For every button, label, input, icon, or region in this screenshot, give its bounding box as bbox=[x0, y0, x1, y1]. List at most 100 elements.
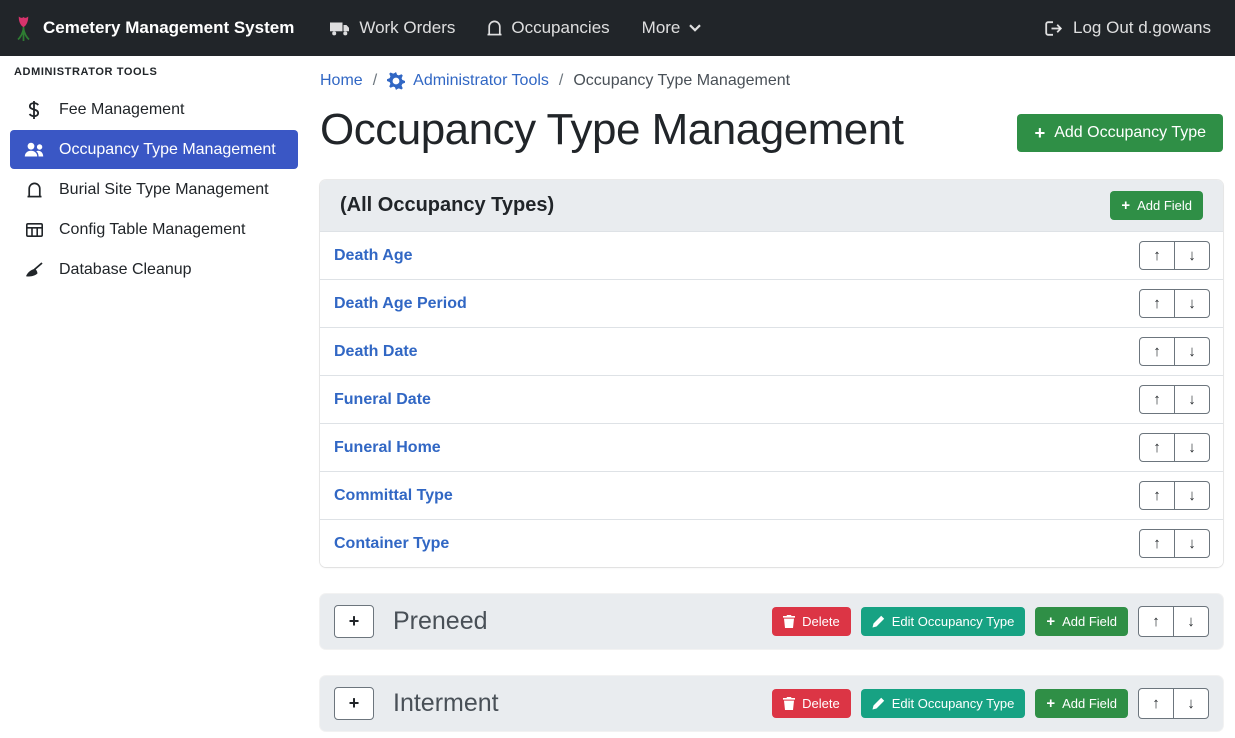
breadcrumb-item-administrator-tools[interactable]: Administrator Tools bbox=[387, 72, 549, 90]
expand-section-button[interactable]: + bbox=[334, 687, 374, 720]
nav-item-more[interactable]: More bbox=[626, 10, 718, 46]
reorder-controls: ↑↓ bbox=[1138, 606, 1209, 637]
top-navbar: Cemetery Management System Work Orders Oc… bbox=[0, 0, 1235, 56]
logout-label: Log Out d.gowans bbox=[1073, 18, 1211, 38]
move-down-button[interactable]: ↓ bbox=[1174, 385, 1210, 414]
move-down-button[interactable]: ↓ bbox=[1174, 337, 1210, 366]
sidebar-item-burial-site-type-management[interactable]: Burial Site Type Management bbox=[10, 170, 298, 209]
tombstone-icon bbox=[22, 182, 46, 198]
move-up-button[interactable]: ↑ bbox=[1139, 433, 1175, 462]
sidebar-item-fee-management[interactable]: Fee Management bbox=[10, 90, 298, 129]
gear-icon bbox=[387, 72, 405, 90]
field-link-container-type[interactable]: Container Type bbox=[334, 535, 449, 553]
pencil-icon bbox=[872, 615, 885, 628]
reorder-controls: ↑↓ bbox=[1139, 481, 1210, 510]
add-field-button[interactable]: +Add Field bbox=[1035, 689, 1128, 718]
sidebar-item-label: Config Table Management bbox=[59, 221, 246, 239]
edit-occupancy-type-button-label: Edit Occupancy Type bbox=[892, 614, 1015, 629]
move-up-button[interactable]: ↑ bbox=[1138, 688, 1174, 719]
logout-button[interactable]: Log Out d.gowans bbox=[1045, 18, 1211, 38]
plus-icon: + bbox=[1034, 125, 1045, 142]
move-down-button[interactable]: ↓ bbox=[1174, 241, 1210, 270]
breadcrumb-label: Home bbox=[320, 72, 363, 90]
field-link-death-age[interactable]: Death Age bbox=[334, 247, 413, 265]
delete-button-label: Delete bbox=[802, 696, 840, 711]
delete-button[interactable]: Delete bbox=[772, 607, 851, 636]
add-field-label: Add Field bbox=[1137, 198, 1192, 213]
move-up-button[interactable]: ↑ bbox=[1139, 289, 1175, 318]
tombstone-icon bbox=[487, 20, 502, 36]
move-down-button[interactable]: ↓ bbox=[1174, 529, 1210, 558]
field-row-container-type: Container Type ↑↓ bbox=[320, 519, 1223, 567]
move-down-button[interactable]: ↓ bbox=[1174, 433, 1210, 462]
main-content: Home/Administrator Tools/Occupancy Type … bbox=[308, 56, 1235, 738]
section-title: Interment bbox=[393, 689, 772, 718]
edit-occupancy-type-button[interactable]: Edit Occupancy Type bbox=[861, 607, 1026, 636]
broom-icon bbox=[22, 262, 46, 278]
add-occupancy-type-button[interactable]: + Add Occupancy Type bbox=[1017, 114, 1223, 152]
nav-item-label: More bbox=[642, 18, 681, 38]
move-down-button[interactable]: ↓ bbox=[1174, 481, 1210, 510]
table-icon bbox=[22, 223, 46, 237]
field-link-death-age-period[interactable]: Death Age Period bbox=[334, 295, 467, 313]
sidebar-heading: ADMINISTRATOR TOOLS bbox=[0, 56, 308, 89]
breadcrumb-label: Occupancy Type Management bbox=[573, 72, 790, 90]
sidebar: ADMINISTRATOR TOOLS Fee Management Occupa… bbox=[0, 56, 308, 738]
delete-button[interactable]: Delete bbox=[772, 689, 851, 718]
add-field-button[interactable]: + Add Field bbox=[1110, 191, 1203, 220]
reorder-controls: ↑↓ bbox=[1139, 433, 1210, 462]
breadcrumb-item-home[interactable]: Home bbox=[320, 72, 363, 90]
edit-occupancy-type-button[interactable]: Edit Occupancy Type bbox=[861, 689, 1026, 718]
reorder-controls: ↑↓ bbox=[1138, 688, 1209, 719]
trash-icon bbox=[783, 615, 795, 628]
sidebar-item-occupancy-type-management[interactable]: Occupancy Type Management bbox=[10, 130, 298, 169]
plus-icon: + bbox=[1046, 615, 1055, 628]
field-link-death-date[interactable]: Death Date bbox=[334, 343, 418, 361]
nav-item-occupancies[interactable]: Occupancies bbox=[471, 10, 625, 46]
move-up-button[interactable]: ↑ bbox=[1139, 337, 1175, 366]
expand-section-button[interactable]: + bbox=[334, 605, 374, 638]
move-up-button[interactable]: ↑ bbox=[1139, 241, 1175, 270]
navbar-menu: Work Orders Occupancies More bbox=[314, 10, 717, 46]
field-link-committal-type[interactable]: Committal Type bbox=[334, 487, 453, 505]
move-down-button[interactable]: ↓ bbox=[1173, 688, 1209, 719]
reorder-controls: ↑↓ bbox=[1139, 241, 1210, 270]
occupancy-type-sections: +PreneedDeleteEdit Occupancy Type+Add Fi… bbox=[320, 594, 1223, 731]
delete-button-label: Delete bbox=[802, 614, 840, 629]
page-header: Occupancy Type Management + Add Occupanc… bbox=[320, 106, 1223, 154]
move-down-button[interactable]: ↓ bbox=[1174, 289, 1210, 318]
sidebar-item-label: Database Cleanup bbox=[59, 261, 192, 279]
add-field-button-label: Add Field bbox=[1062, 614, 1117, 629]
nav-item-label: Work Orders bbox=[359, 18, 455, 38]
sidebar-item-database-cleanup[interactable]: Database Cleanup bbox=[10, 250, 298, 289]
dollar-icon bbox=[22, 101, 46, 119]
flower-logo-icon bbox=[14, 15, 33, 42]
app-brand[interactable]: Cemetery Management System bbox=[14, 15, 294, 42]
sidebar-item-label: Fee Management bbox=[59, 101, 184, 119]
reorder-controls: ↑↓ bbox=[1139, 289, 1210, 318]
sidebar-item-config-table-management[interactable]: Config Table Management bbox=[10, 210, 298, 249]
move-up-button[interactable]: ↑ bbox=[1139, 481, 1175, 510]
move-up-button[interactable]: ↑ bbox=[1139, 385, 1175, 414]
card-title: (All Occupancy Types) bbox=[340, 194, 554, 217]
field-row-funeral-date: Funeral Date ↑↓ bbox=[320, 375, 1223, 423]
nav-item-label: Occupancies bbox=[511, 18, 609, 38]
section-actions: Delete Edit Occupancy Type + Add Field ↑↓ bbox=[772, 606, 1209, 637]
all-occupancy-types-header: (All Occupancy Types) + Add Field bbox=[320, 180, 1223, 231]
pencil-icon bbox=[872, 697, 885, 710]
field-link-funeral-date[interactable]: Funeral Date bbox=[334, 391, 431, 409]
add-field-button-label: Add Field bbox=[1062, 696, 1117, 711]
field-row-death-age: Death Age ↑↓ bbox=[320, 231, 1223, 279]
nav-item-work-orders[interactable]: Work Orders bbox=[314, 10, 471, 46]
field-link-funeral-home[interactable]: Funeral Home bbox=[334, 439, 441, 457]
section-preneed: + Preneed Delete Edit Occupancy Type + Add Fi… bbox=[320, 594, 1223, 649]
section-title: Preneed bbox=[393, 607, 772, 636]
add-field-button[interactable]: + Add Field bbox=[1035, 607, 1128, 636]
trash-icon bbox=[783, 697, 795, 710]
reorder-controls: ↑↓ bbox=[1139, 385, 1210, 414]
move-up-button[interactable]: ↑ bbox=[1139, 529, 1175, 558]
move-down-button[interactable]: ↓ bbox=[1173, 606, 1209, 637]
breadcrumb-label: Administrator Tools bbox=[413, 72, 549, 90]
move-up-button[interactable]: ↑ bbox=[1138, 606, 1174, 637]
field-list: Death Age↑↓Death Age Period↑↓Death Date↑… bbox=[320, 231, 1223, 567]
